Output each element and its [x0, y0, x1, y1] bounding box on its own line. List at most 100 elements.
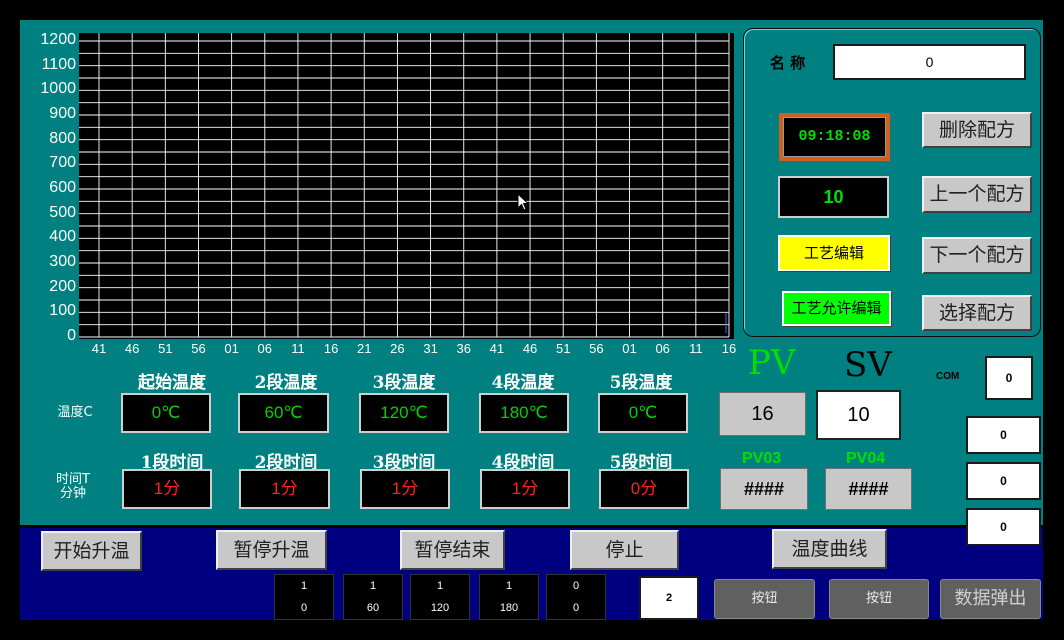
- recipe-number-display: 10: [778, 176, 889, 218]
- temp-header-2: 2段温度: [254, 373, 318, 393]
- name-field[interactable]: 0: [833, 44, 1026, 80]
- data-cell-1: 10: [274, 574, 334, 620]
- sv-value[interactable]: 10: [816, 390, 901, 440]
- temp-header-5: 5段温度: [609, 373, 673, 393]
- stop-button[interactable]: 停止: [570, 530, 679, 570]
- x-tick-label: 01: [622, 341, 637, 356]
- y-tick-label: 1200: [40, 31, 76, 48]
- start-heating-button[interactable]: 开始升温: [41, 531, 142, 571]
- x-tick-label: 36: [456, 341, 471, 356]
- data-cell-2: 1 60: [343, 574, 403, 620]
- temp-value-1[interactable]: 0℃: [121, 393, 211, 433]
- x-tick-label: 01: [224, 341, 239, 356]
- side-value-3[interactable]: 0: [966, 508, 1041, 546]
- x-tick-label: 31: [423, 341, 438, 356]
- com-label: COM: [936, 371, 960, 382]
- pv03-value: ####: [720, 468, 808, 510]
- data-cell-top: 0: [572, 580, 580, 592]
- data-cell-bottom: 0: [572, 602, 580, 614]
- pause-end-button[interactable]: 暂停结束: [400, 530, 505, 570]
- x-tick-label: 11: [291, 341, 305, 356]
- com-value[interactable]: 0: [985, 356, 1033, 400]
- x-tick-label: 51: [158, 341, 173, 356]
- page-value[interactable]: 2: [639, 576, 699, 620]
- data-cell-4: 1 180: [479, 574, 539, 620]
- pv04-label: PV04: [846, 450, 886, 467]
- temperature-curve-button[interactable]: 温度曲线: [772, 529, 887, 569]
- button-a[interactable]: 按钮: [714, 579, 815, 619]
- x-tick-label: 06: [257, 341, 273, 356]
- clock-display: 09:18:08: [783, 117, 886, 157]
- x-tick-label: 56: [589, 341, 604, 356]
- next-recipe-button[interactable]: 下一个配方: [922, 237, 1032, 274]
- temp-header-1: 起始温度: [138, 373, 206, 393]
- time-value-4[interactable]: 1分: [480, 469, 570, 509]
- data-cell-top: 1: [369, 580, 377, 592]
- y-tick-label: 1000: [40, 80, 76, 98]
- data-cell-bottom: 120: [430, 602, 450, 614]
- pv-value: 16: [719, 392, 806, 436]
- y-tick-label: 100: [49, 302, 76, 320]
- y-tick-label: 900: [49, 105, 76, 122]
- pv04-value: ####: [825, 468, 912, 510]
- time-row-label: 时间T 分钟: [48, 473, 98, 501]
- time-value-3[interactable]: 1分: [360, 469, 450, 509]
- time-row-label-line1: 时间T: [56, 472, 90, 487]
- temp-value-4[interactable]: 180℃: [479, 393, 569, 433]
- time-value-1[interactable]: 1分: [122, 469, 212, 509]
- process-edit-button[interactable]: 工艺编辑: [778, 235, 890, 271]
- temp-value-5[interactable]: 0℃: [598, 393, 688, 433]
- clock-frame: 09:18:08: [779, 113, 890, 161]
- temp-header-4: 4段温度: [491, 373, 555, 393]
- side-value-2[interactable]: 0: [966, 462, 1041, 500]
- name-label: 名 称: [770, 54, 806, 72]
- x-tick-label: 06: [655, 341, 670, 356]
- temp-header-3: 3段温度: [372, 373, 436, 393]
- select-recipe-button[interactable]: 选择配方: [922, 295, 1032, 331]
- x-tick-label: 21: [357, 341, 372, 356]
- mouse-cursor-icon: [517, 193, 530, 211]
- data-cell-3: 1 120: [410, 574, 470, 620]
- x-tick-label: 46: [124, 341, 140, 356]
- y-tick-label: 300: [49, 253, 76, 270]
- data-cell-top: 1: [505, 580, 513, 592]
- x-tick-label: 41: [489, 341, 505, 356]
- x-tick-label: 51: [555, 341, 571, 356]
- y-tick-label: 0: [67, 327, 76, 344]
- time-row-label-line2: 分钟: [59, 486, 86, 501]
- y-tick-label: 800: [49, 129, 76, 147]
- y-tick-label: 500: [49, 203, 76, 221]
- y-tick-label: 200: [49, 277, 76, 295]
- prev-recipe-button[interactable]: 上一个配方: [922, 176, 1032, 213]
- x-tick-label: 56: [191, 341, 206, 356]
- data-cell-bottom: 60: [366, 602, 380, 614]
- x-tick-label: 16: [323, 341, 339, 356]
- y-tick-label: 600: [49, 179, 76, 196]
- temp-value-2[interactable]: 60℃: [238, 393, 329, 433]
- x-tick-label: 16: [721, 341, 737, 356]
- data-cell-top: 1: [300, 580, 308, 592]
- y-tick-label: 400: [49, 228, 76, 246]
- data-popup-button[interactable]: 数据弹出: [940, 579, 1041, 619]
- button-b[interactable]: 按钮: [829, 579, 929, 619]
- temp-row-label: 温度C: [57, 405, 93, 420]
- temp-value-3[interactable]: 120℃: [359, 393, 449, 433]
- x-tick-label: 26: [390, 341, 405, 356]
- allow-edit-button[interactable]: 工艺允许编辑: [782, 291, 891, 326]
- pv03-label: PV03: [742, 450, 782, 467]
- sv-label: SV: [844, 345, 892, 385]
- x-tick-label: 41: [91, 341, 107, 356]
- data-cell-bottom: 180: [499, 602, 519, 614]
- y-tick-label: 700: [49, 154, 76, 172]
- data-cell-bottom: 0: [300, 602, 308, 614]
- delete-recipe-button[interactable]: 删除配方: [922, 112, 1032, 148]
- temperature-chart: [79, 33, 734, 339]
- time-value-2[interactable]: 1分: [239, 469, 330, 509]
- time-value-5[interactable]: 0分: [599, 469, 689, 509]
- y-tick-label: 1100: [41, 55, 76, 73]
- pause-heating-button[interactable]: 暂停升温: [216, 530, 327, 570]
- x-tick-label: 46: [522, 341, 538, 356]
- x-tick-label: 11: [689, 341, 703, 356]
- data-cell-5: 00: [546, 574, 606, 620]
- side-value-1[interactable]: 0: [966, 416, 1041, 454]
